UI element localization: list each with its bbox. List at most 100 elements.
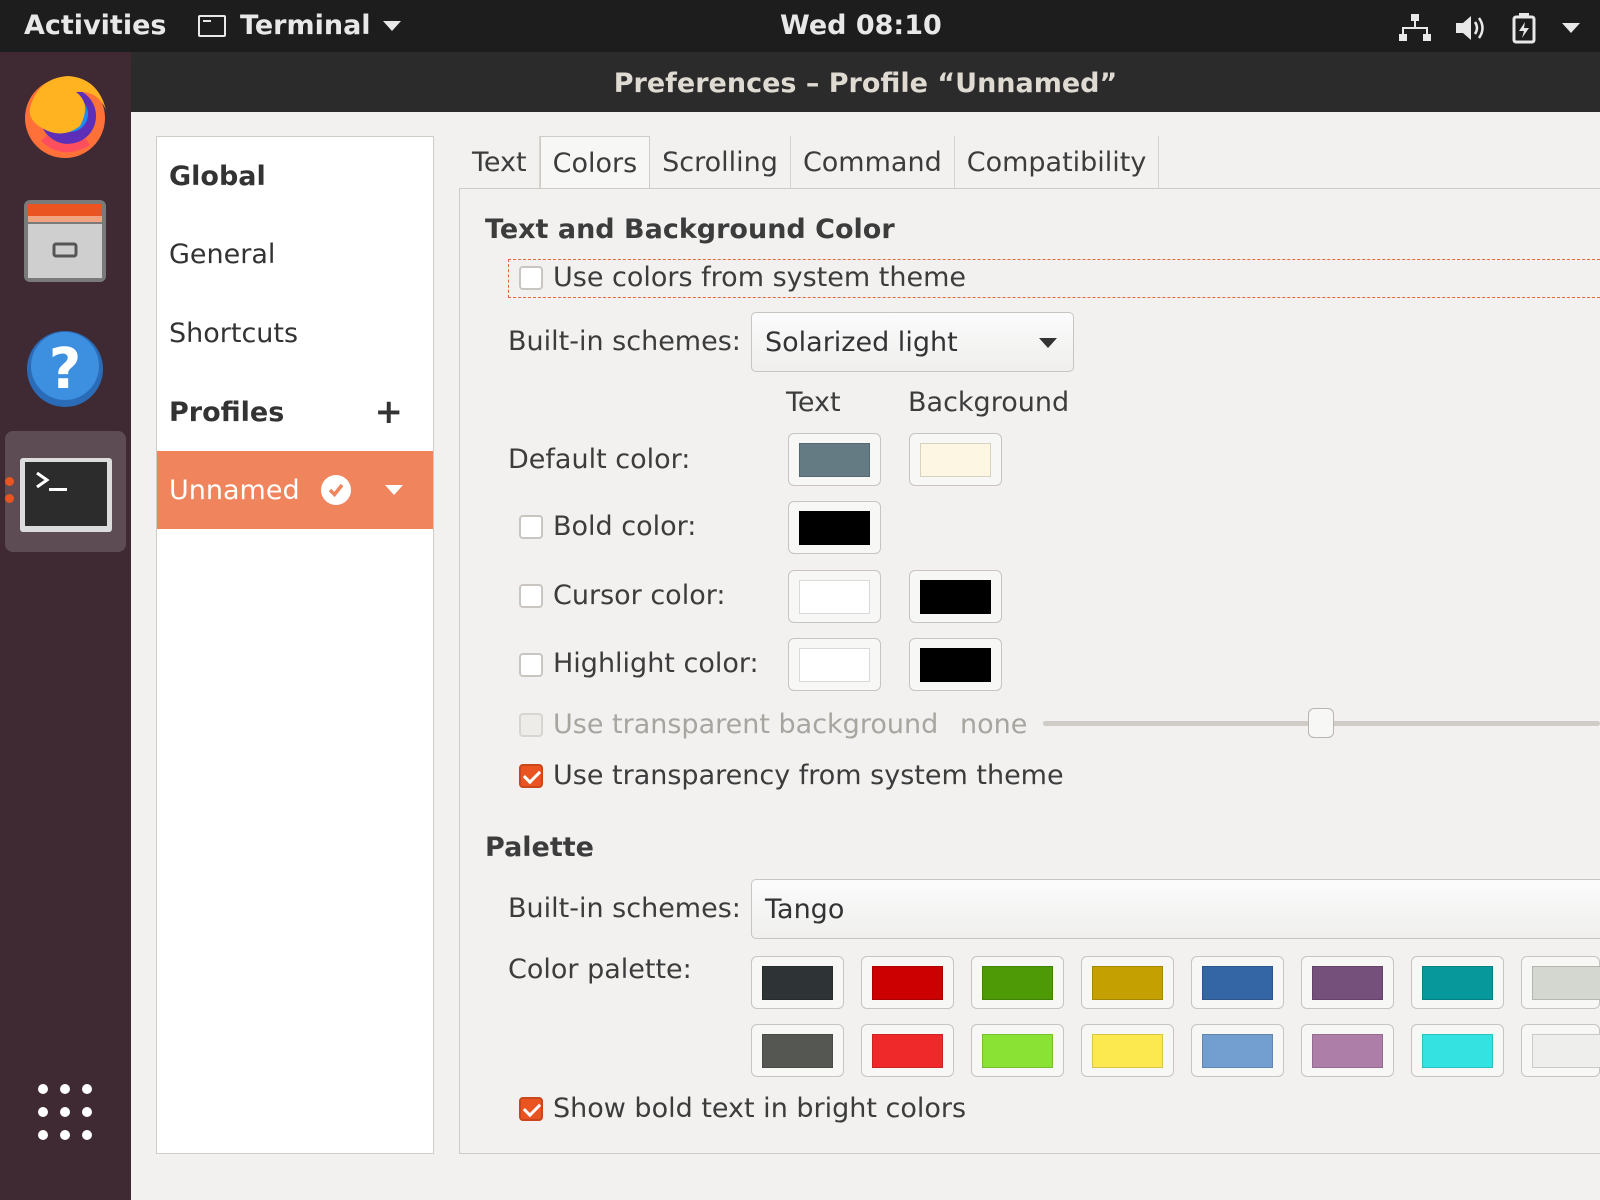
sidebar-item-profiles: Profiles + xyxy=(157,373,433,451)
highlight-color-checkbox[interactable] xyxy=(519,653,543,677)
palette-color-button[interactable] xyxy=(751,1024,844,1077)
preferences-sidebar: Global General Shortcuts Profiles + Unna… xyxy=(156,136,434,1154)
palette-color-button[interactable] xyxy=(1081,956,1174,1009)
sidebar-item-label: Unnamed xyxy=(169,474,300,506)
builtin-schemes-dropdown[interactable]: Solarized light xyxy=(751,312,1074,372)
palette-color-button[interactable] xyxy=(1411,1024,1504,1077)
tab-command[interactable]: Command xyxy=(791,136,955,188)
section-title-palette: Palette xyxy=(485,832,594,863)
bold-color-label: Bold color: xyxy=(553,511,697,542)
color-swatch xyxy=(1422,1034,1493,1068)
color-swatch xyxy=(799,443,870,477)
palette-color-button[interactable] xyxy=(971,1024,1064,1077)
color-swatch xyxy=(872,966,943,1000)
sidebar-item-label: Global xyxy=(169,160,266,192)
system-menu-icon[interactable] xyxy=(1562,23,1580,33)
palette-schemes-dropdown[interactable]: Tango xyxy=(751,879,1600,939)
color-swatch xyxy=(982,966,1053,1000)
color-swatch xyxy=(1422,966,1493,1000)
app-menu[interactable]: Terminal xyxy=(198,10,401,41)
highlight-color-label: Highlight color: xyxy=(553,648,759,679)
firefox-icon[interactable] xyxy=(18,68,112,162)
color-swatch xyxy=(1312,1034,1383,1068)
color-palette-label: Color palette: xyxy=(508,954,692,985)
bold-color-checkbox[interactable] xyxy=(519,515,543,539)
svg-text:?: ? xyxy=(49,337,81,402)
color-swatch xyxy=(762,966,833,1000)
chevron-down-icon xyxy=(382,20,401,31)
highlight-background-color-button[interactable] xyxy=(909,638,1002,691)
add-profile-button[interactable]: + xyxy=(375,392,404,432)
volume-icon[interactable] xyxy=(1454,13,1488,43)
sidebar-item-label: Shortcuts xyxy=(169,317,299,349)
cursor-color-label: Cursor color: xyxy=(553,580,726,611)
help-icon[interactable]: ? xyxy=(18,324,112,418)
cursor-background-color-button[interactable] xyxy=(909,570,1002,623)
transparency-value-label: none xyxy=(960,709,1028,740)
color-swatch xyxy=(920,443,991,477)
color-swatch xyxy=(1202,1034,1273,1068)
battery-icon[interactable] xyxy=(1510,12,1540,44)
tab-compatibility[interactable]: Compatibility xyxy=(955,136,1160,188)
palette-color-button[interactable] xyxy=(1301,956,1394,1009)
bold-bright-checkbox[interactable] xyxy=(519,1097,543,1121)
transparent-background-label: Use transparent background xyxy=(553,709,939,740)
palette-color-button[interactable] xyxy=(971,956,1064,1009)
color-swatch xyxy=(799,511,870,545)
default-background-color-button[interactable] xyxy=(909,433,1002,486)
tab-scrolling[interactable]: Scrolling xyxy=(650,136,791,188)
window-title: Preferences – Profile “Unnamed” xyxy=(131,54,1600,112)
color-swatch xyxy=(1202,966,1273,1000)
palette-color-button[interactable] xyxy=(1191,1024,1284,1077)
color-swatch xyxy=(799,648,870,682)
tab-colors[interactable]: Colors xyxy=(539,136,651,189)
palette-color-button[interactable] xyxy=(1411,956,1504,1009)
transparency-slider-handle[interactable] xyxy=(1308,708,1334,738)
column-header-text: Text xyxy=(786,387,841,418)
palette-color-button[interactable] xyxy=(1521,956,1600,1009)
palette-color-button[interactable] xyxy=(751,956,844,1009)
tab-bar: Text Colors Scrolling Command Compatibil… xyxy=(460,136,1160,189)
transparent-background-checkbox[interactable] xyxy=(519,713,543,737)
builtin-schemes-value: Solarized light xyxy=(765,326,958,358)
dock: ? xyxy=(0,52,131,1200)
palette-color-button[interactable] xyxy=(861,956,954,1009)
running-indicator xyxy=(5,477,14,486)
system-transparency-checkbox[interactable] xyxy=(519,764,543,788)
palette-schemes-value: Tango xyxy=(765,893,845,925)
color-swatch xyxy=(1532,1034,1600,1068)
sidebar-item-shortcuts[interactable]: Shortcuts xyxy=(157,294,433,372)
palette-color-button[interactable] xyxy=(1081,1024,1174,1077)
default-text-color-button[interactable] xyxy=(788,433,881,486)
color-swatch xyxy=(920,648,991,682)
bold-text-color-button[interactable] xyxy=(788,501,881,554)
palette-color-button[interactable] xyxy=(1521,1024,1600,1077)
palette-color-button[interactable] xyxy=(861,1024,954,1077)
network-icon[interactable] xyxy=(1398,13,1432,43)
cursor-text-color-button[interactable] xyxy=(788,570,881,623)
palette-color-button[interactable] xyxy=(1301,1024,1394,1077)
clock[interactable]: Wed 08:10 xyxy=(780,10,942,41)
palette-color-button[interactable] xyxy=(1191,956,1284,1009)
terminal-icon[interactable] xyxy=(5,431,126,552)
color-swatch xyxy=(1312,966,1383,1000)
chevron-down-icon xyxy=(1039,338,1057,348)
color-swatch xyxy=(1092,1034,1163,1068)
sidebar-item-general[interactable]: General xyxy=(157,215,433,293)
activities-button[interactable]: Activities xyxy=(24,10,166,41)
files-icon[interactable] xyxy=(18,194,112,288)
profile-menu-chevron-icon[interactable] xyxy=(385,485,403,495)
app-menu-label: Terminal xyxy=(240,10,371,41)
sidebar-item-profile-unnamed[interactable]: Unnamed xyxy=(157,451,433,529)
default-color-label: Default color: xyxy=(508,444,691,475)
color-swatch xyxy=(872,1034,943,1068)
highlight-text-color-button[interactable] xyxy=(788,638,881,691)
color-swatch xyxy=(982,1034,1053,1068)
use-system-colors-checkbox[interactable] xyxy=(519,266,543,290)
column-header-background: Background xyxy=(908,387,1070,418)
cursor-color-checkbox[interactable] xyxy=(519,584,543,608)
system-tray[interactable] xyxy=(1398,12,1580,44)
tab-text[interactable]: Text xyxy=(460,136,540,188)
app-grid-icon[interactable] xyxy=(18,1077,112,1171)
running-indicator xyxy=(5,494,14,503)
